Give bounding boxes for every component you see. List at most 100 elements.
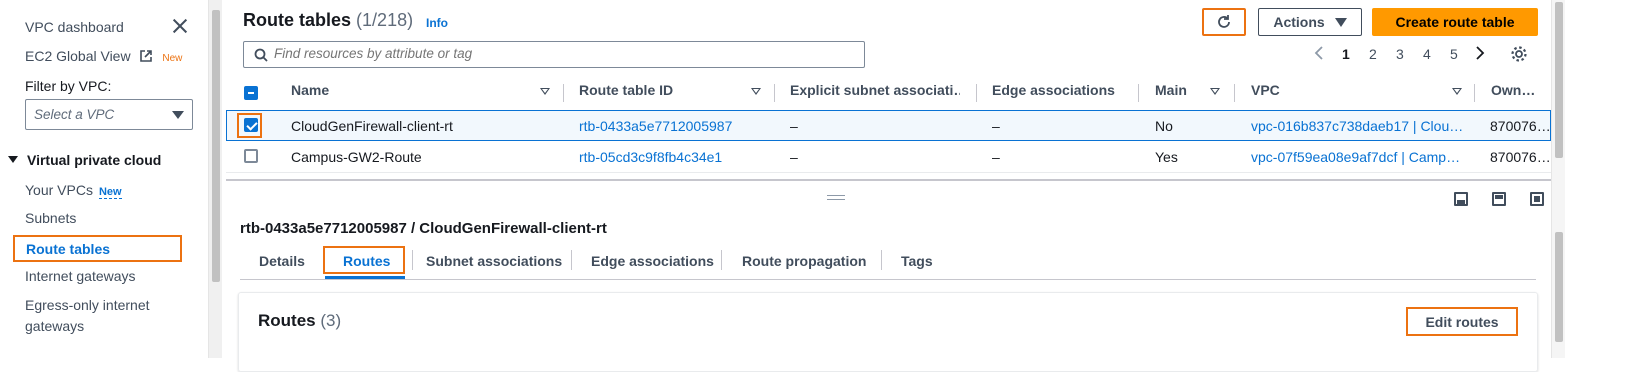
- sidebar-item-your-vpcs[interactable]: Your VPCs New: [25, 182, 122, 199]
- sidebar-item-label: EC2 Global View: [25, 48, 131, 64]
- column-header-vpc[interactable]: VPC: [1251, 82, 1280, 104]
- tab-routes[interactable]: Routes: [343, 253, 390, 269]
- actions-button[interactable]: Actions: [1258, 8, 1362, 36]
- column-divider[interactable]: [774, 84, 775, 102]
- new-badge: New: [98, 186, 122, 199]
- column-divider[interactable]: [1474, 84, 1475, 102]
- column-header-route-table-id[interactable]: Route table ID: [579, 82, 673, 104]
- active-tab-underline: [325, 276, 405, 279]
- cell-name: Campus-GW2-Route: [291, 149, 422, 165]
- cell-edge: –: [992, 149, 1000, 165]
- sort-icon[interactable]: [751, 88, 761, 95]
- cell-route-table-id[interactable]: rtb-0433a5e7712005987: [579, 118, 732, 134]
- refresh-button[interactable]: [1202, 8, 1246, 36]
- tab-divider: [571, 250, 572, 270]
- column-header-name[interactable]: Name: [291, 82, 329, 104]
- page-3[interactable]: 3: [1396, 46, 1404, 62]
- section-label: Virtual private cloud: [27, 152, 162, 168]
- sidebar-item-egress-only[interactable]: Egress-only internet: [25, 297, 150, 313]
- sort-icon[interactable]: [540, 88, 550, 95]
- sidebar-item-label: Route tables: [26, 241, 111, 257]
- scrollbar-thumb[interactable]: [1555, 232, 1563, 342]
- table-row[interactable]: CloudGenFirewall-client-rt rtb-0433a5e77…: [226, 110, 1551, 141]
- chevron-left-icon[interactable]: [1314, 46, 1324, 60]
- cell-explicit: –: [790, 118, 798, 134]
- filter-label: Filter by VPC:: [25, 78, 112, 94]
- column-divider[interactable]: [1138, 84, 1139, 102]
- edit-routes-button[interactable]: Edit routes: [1406, 307, 1518, 336]
- page-1[interactable]: 1: [1342, 46, 1350, 62]
- table-row[interactable]: Campus-GW2-Route rtb-05cd3c9f8fb4c34e1 –…: [226, 141, 1551, 172]
- info-link[interactable]: Info: [426, 16, 448, 30]
- row-checkbox[interactable]: [244, 149, 258, 163]
- cell-vpc[interactable]: vpc-016b837c738daeb17 | Clou…: [1251, 118, 1465, 134]
- sort-icon[interactable]: [1210, 88, 1220, 95]
- split-panel-divider[interactable]: [226, 179, 1551, 181]
- new-badge: New: [162, 53, 183, 64]
- sidebar-scrollbar[interactable]: [208, 0, 222, 358]
- vpc-filter-select[interactable]: Select a VPC: [25, 99, 193, 130]
- select-all-checkbox[interactable]: [244, 86, 258, 100]
- section-virtual-private-cloud[interactable]: Virtual private cloud: [8, 152, 161, 168]
- panel-bottom-icon[interactable]: [1454, 192, 1468, 206]
- sidebar-item-vpc-dashboard[interactable]: VPC dashboard: [25, 19, 124, 35]
- cell-explicit: –: [790, 149, 798, 165]
- scrollbar-thumb[interactable]: [1555, 2, 1563, 158]
- main-scrollbar[interactable]: [1551, 0, 1565, 358]
- sidebar-item-label: Your VPCs: [25, 182, 93, 198]
- sidebar-item-egress-only-cont[interactable]: gateways: [25, 318, 84, 334]
- sidebar-item-internet-gateways[interactable]: Internet gateways: [25, 268, 136, 284]
- chevron-right-icon[interactable]: [1475, 46, 1485, 60]
- sidebar-item-label: Egress-only internet: [25, 297, 150, 313]
- detail-title: rtb-0433a5e7712005987 / CloudGenFirewall…: [240, 220, 607, 237]
- tab-details[interactable]: Details: [259, 253, 305, 269]
- resize-handle-icon[interactable]: [827, 195, 845, 200]
- routes-container: [238, 292, 1538, 372]
- column-divider[interactable]: [1234, 84, 1235, 102]
- sidebar-item-label: gateways: [25, 318, 85, 334]
- column-header-edge-associations[interactable]: Edge associations: [992, 82, 1115, 104]
- scrollbar-thumb[interactable]: [212, 10, 220, 282]
- tab-divider: [412, 250, 413, 270]
- tab-edge-associations[interactable]: Edge associations: [591, 253, 714, 269]
- cell-name: CloudGenFirewall-client-rt: [291, 118, 453, 134]
- tab-tags[interactable]: Tags: [901, 253, 933, 269]
- tab-divider: [721, 250, 722, 270]
- column-divider[interactable]: [976, 84, 977, 102]
- column-header-explicit-subnet[interactable]: Explicit subnet associati…: [790, 82, 960, 104]
- sidebar-item-subnets[interactable]: Subnets: [25, 210, 76, 226]
- routes-count: (3): [320, 311, 342, 330]
- sort-icon[interactable]: [1452, 88, 1462, 95]
- cell-main: Yes: [1155, 149, 1178, 165]
- column-header-owner[interactable]: Own…: [1491, 82, 1551, 104]
- cell-edge: –: [992, 118, 1000, 134]
- chevron-down-icon: [1334, 17, 1347, 27]
- panel-full-icon[interactable]: [1530, 192, 1544, 206]
- page-4[interactable]: 4: [1423, 46, 1431, 62]
- column-divider[interactable]: [563, 84, 564, 102]
- cell-route-table-id[interactable]: rtb-05cd3c9f8fb4c34e1: [579, 149, 722, 165]
- settings-gear-icon[interactable]: [1510, 45, 1528, 63]
- page-2[interactable]: 2: [1369, 46, 1377, 62]
- cell-main: No: [1155, 118, 1173, 134]
- cell-vpc[interactable]: vpc-07f59ea08e9af7dcf | Camp…: [1251, 149, 1465, 165]
- tab-route-propagation[interactable]: Route propagation: [742, 253, 866, 269]
- sidebar-item-label: VPC dashboard: [25, 19, 124, 35]
- create-route-table-button[interactable]: Create route table: [1372, 8, 1538, 36]
- vpc-filter-placeholder: Select a VPC: [34, 107, 115, 122]
- sidebar-item-label: Subnets: [25, 210, 77, 226]
- sidebar-item-route-tables[interactable]: Route tables: [13, 235, 182, 262]
- sidebar: VPC dashboard EC2 Global View New Filter…: [0, 0, 208, 358]
- tab-subnet-associations[interactable]: Subnet associations: [426, 253, 562, 269]
- search-input[interactable]: [274, 46, 854, 61]
- page-title: Route tables (1/218): [243, 10, 414, 30]
- sidebar-item-ec2-global-view[interactable]: EC2 Global View New: [25, 48, 182, 64]
- page-5[interactable]: 5: [1450, 46, 1458, 62]
- external-link-icon: [140, 50, 153, 62]
- close-icon[interactable]: [172, 18, 188, 34]
- refresh-icon: [1218, 15, 1230, 28]
- panel-side-icon[interactable]: [1492, 192, 1506, 206]
- search-field[interactable]: [243, 41, 865, 68]
- column-header-main[interactable]: Main: [1155, 82, 1187, 104]
- search-icon: [254, 48, 268, 62]
